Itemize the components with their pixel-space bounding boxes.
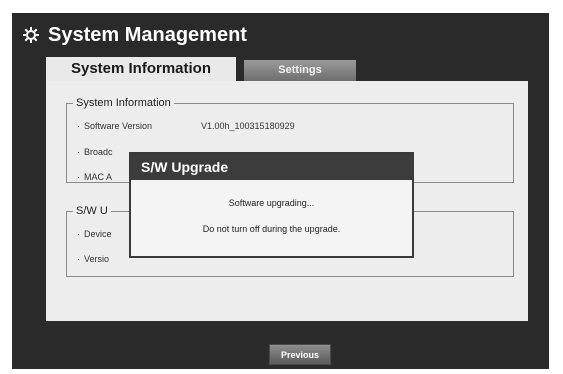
dialog-title: S/W Upgrade [131,154,412,180]
tab-system-information[interactable]: System Information [46,57,236,81]
system-management-screen: System Management System Information Set… [12,13,549,369]
version-row: · Versio [77,254,109,264]
tab-settings[interactable]: Settings [244,60,356,81]
row-label: Versio [84,254,110,264]
previous-button[interactable]: Previous [269,344,331,365]
page-title: System Management [22,19,247,51]
bullet: · [77,147,80,157]
group-legend: System Information [76,97,171,109]
gear-icon [22,26,40,44]
bullet: · [77,254,80,264]
bullet: · [77,229,80,239]
row-label: Broadc [84,147,113,157]
bullet: · [77,121,80,131]
device-row: · Device [77,229,112,239]
row-label: Device [84,229,112,239]
row-label: Software Version [84,121,153,131]
page-title-text: System Management [48,23,247,46]
dialog-message-upgrading: Software upgrading... [228,198,315,208]
mac-address-row: · MAC A [77,172,112,182]
software-version-row: · Software Version V1.00h_100315180929 [77,121,295,131]
dialog-message-warning: Do not turn off during the upgrade. [202,224,341,234]
row-label: MAC A [84,172,113,182]
software-version-value: V1.00h_100315180929 [201,121,295,131]
bullet: · [77,172,80,182]
sw-upgrade-dialog: S/W Upgrade Software upgrading... Do not… [129,152,414,258]
broadcast-row: · Broadc [77,147,113,157]
group-legend: S/W U [76,205,108,217]
